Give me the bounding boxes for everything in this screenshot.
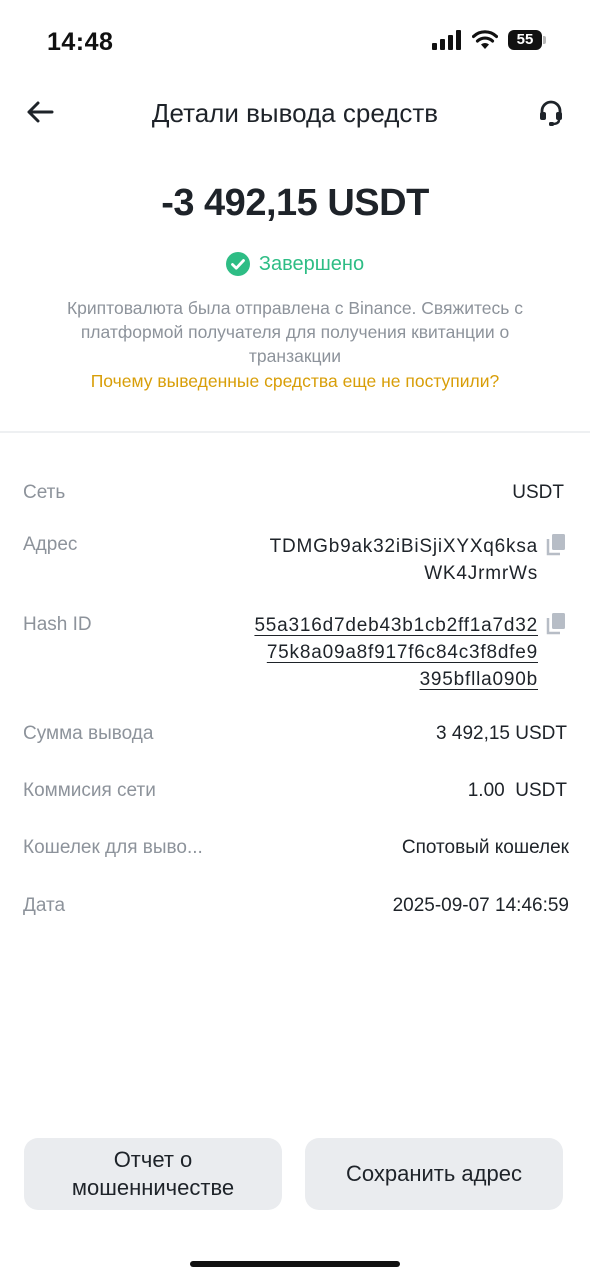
copy-hash-button[interactable] <box>546 613 566 640</box>
wallet-value: Спотовый кошелек <box>401 837 569 858</box>
section-divider <box>0 431 590 433</box>
hash-value[interactable]: 55a316d7deb43b1cb2ff1a7d32 75k8a09a8f917… <box>254 612 538 693</box>
check-circle-icon <box>225 252 250 276</box>
network-value: USDT <box>512 482 564 503</box>
status-badge: Завершено <box>258 252 365 275</box>
address-line-1: TDMGb9ak32iBiSjiXYXq6ksa <box>269 536 538 557</box>
status-icons: 55 <box>432 30 548 50</box>
report-fraud-button[interactable]: Отчет о мошенничестве <box>24 1138 282 1210</box>
page-title: Детали вывода средств <box>151 98 439 128</box>
status-row: Завершено <box>0 252 590 276</box>
fee-value: 1.00 USDT <box>467 780 567 801</box>
signal-icon <box>432 30 461 50</box>
copy-icon <box>546 613 565 635</box>
address-label: Адрес <box>23 534 78 555</box>
amount-label: Сумма вывода <box>23 723 154 744</box>
report-fraud-line-1: Отчет о <box>113 1147 193 1172</box>
status-description: Криптовалюта была отправлена с Binance. … <box>66 298 524 366</box>
battery-icon: 55 <box>508 30 548 50</box>
date-value: 2025-09-07 14:46:59 <box>392 895 569 916</box>
fee-label: Коммисия сети <box>23 780 156 801</box>
withdrawal-amount: -3 492,15 USDT <box>161 182 429 224</box>
wallet-label: Кошелек для выво... <box>23 837 203 858</box>
hash-line-1: 55a316d7deb43b1cb2ff1a7d32 <box>254 615 538 636</box>
hash-label: Hash ID <box>23 614 92 635</box>
status-time: 14:48 <box>47 28 114 56</box>
support-button[interactable] <box>534 96 568 130</box>
hash-line-3: 395bflla090b <box>419 669 538 690</box>
wifi-icon <box>472 30 498 49</box>
home-indicator <box>190 1261 400 1267</box>
save-address-button[interactable]: Сохранить адрес <box>305 1138 563 1210</box>
report-fraud-line-2: мошенничестве <box>71 1175 235 1200</box>
headset-icon <box>540 100 562 126</box>
network-label: Сеть <box>23 482 66 503</box>
help-link[interactable]: Почему выведенные средства еще не поступ… <box>0 371 590 392</box>
hash-line-2: 75k8a09a8f917f6c84c3f8dfe9 <box>266 642 538 663</box>
copy-address-button[interactable] <box>546 534 566 561</box>
copy-icon <box>546 534 565 556</box>
address-line-2: WK4JrmrWs <box>424 563 538 584</box>
amount-value: 3 492,15 USDT <box>436 723 567 744</box>
date-label: Дата <box>23 895 66 916</box>
address-value: TDMGb9ak32iBiSjiXYXq6ksa WK4JrmrWs <box>270 533 538 587</box>
battery-level: 55 <box>516 31 534 48</box>
